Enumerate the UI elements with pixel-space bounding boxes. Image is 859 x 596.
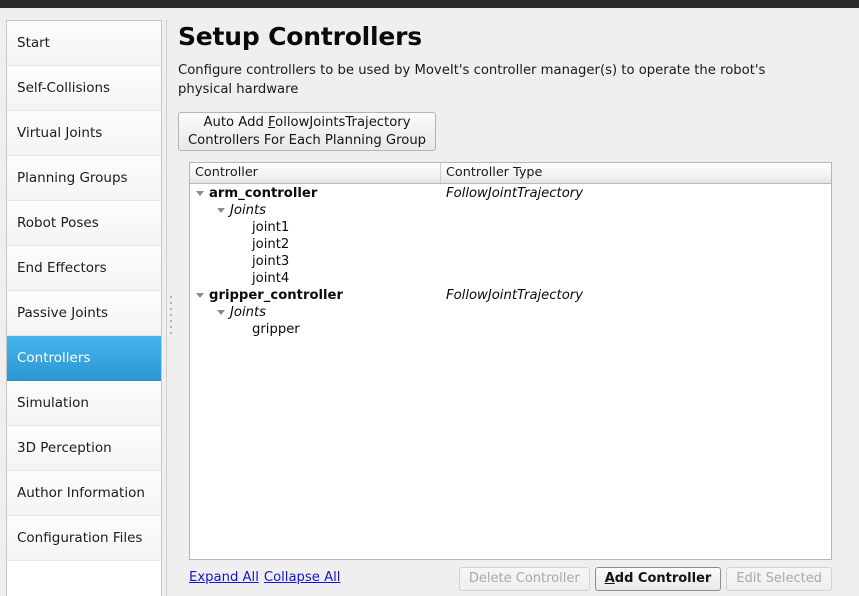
tree-row-name: Joints [230,203,267,218]
tree-column-header-controller-type[interactable]: Controller Type [441,163,831,183]
tree-row-type [441,304,831,321]
chevron-down-icon[interactable] [217,208,225,213]
sidebar-item-controllers[interactable]: Controllers [7,336,161,381]
sidebar-navigation: Start Self-Collisions Virtual Joints Planni… [6,20,162,596]
auto-add-line2: Controllers For Each Planning Group [187,133,427,148]
chevron-down-icon[interactable] [196,293,204,298]
auto-add-follow-joints-trajectory-button[interactable]: Auto Add FollowJointsTrajectory Controlle… [178,112,436,151]
tree-row-type [441,236,831,253]
panel-splitter[interactable] [166,20,176,596]
sidebar-item-robot-poses[interactable]: Robot Poses [7,201,161,246]
delete-controller-button[interactable]: Delete Controller [458,567,590,591]
tree-column-header-controller[interactable]: Controller [190,163,441,183]
footer-bar: Expand All Collapse All Delete Controller… [189,567,832,593]
chevron-down-icon[interactable] [196,191,204,196]
tree-row-type [441,219,831,236]
sidebar-empty-space [7,561,161,596]
add-controller-label: dd Controller [614,571,712,586]
app-window: Start Self-Collisions Virtual Joints Planni… [0,0,859,596]
tree-row[interactable]: Joints [190,304,831,321]
tree-row-name: gripper_controller [209,288,344,303]
sidebar-item-3d-perception[interactable]: 3D Perception [7,426,161,471]
tree-row-type: FollowJointTrajectory [446,186,584,201]
page-description: Configure controllers to be used by Move… [178,63,766,97]
tree-row-name: Joints [230,305,267,320]
sidebar-item-self-collisions[interactable]: Self-Collisions [7,66,161,111]
page-title: Setup Controllers [178,22,422,51]
add-controller-button[interactable]: Add Controller [594,567,722,591]
chevron-down-icon[interactable] [217,310,225,315]
sidebar-item-author-information[interactable]: Author Information [7,471,161,516]
sidebar-item-passive-joints[interactable]: Passive Joints [7,291,161,336]
sidebar-item-start[interactable]: Start [7,21,161,66]
auto-add-button-row: Auto Add FollowJointsTrajectory Controlle… [178,112,848,154]
splitter-grip-icon[interactable] [170,296,173,336]
sidebar-item-virtual-joints[interactable]: Virtual Joints [7,111,161,156]
collapse-all-link[interactable]: Collapse All [264,570,341,585]
tree-row-name: joint2 [252,237,290,252]
auto-add-line1-post: ollowJointsTrajectory [275,115,411,130]
sidebar-item-planning-groups[interactable]: Planning Groups [7,156,161,201]
sidebar-item-configuration-files[interactable]: Configuration Files [7,516,161,561]
tree-row-name: joint3 [252,254,290,269]
tree-header: Controller Controller Type [190,163,831,184]
auto-add-line1-pre: Auto Add [203,115,269,130]
tree-row-type [441,321,831,338]
tree-row[interactable]: joint2 [190,236,831,253]
tree-row-type [441,202,831,219]
window-titlebar-strip [0,0,859,8]
tree-row[interactable]: Joints [190,202,831,219]
tree-action-links: Expand All Collapse All [189,570,340,585]
controller-action-buttons: Delete Controller Add Controller Edit Se… [458,567,832,591]
tree-row-name: arm_controller [209,186,318,201]
sidebar-item-simulation[interactable]: Simulation [7,381,161,426]
tree-row[interactable]: joint3 [190,253,831,270]
tree-row[interactable]: arm_controller FollowJointTrajectory [190,185,831,202]
controllers-tree[interactable]: Controller Controller Type arm_controlle… [189,162,832,560]
sidebar-item-end-effectors[interactable]: End Effectors [7,246,161,291]
sidebar-list: Start Self-Collisions Virtual Joints Planni… [7,21,161,561]
tree-row[interactable]: gripper [190,321,831,338]
edit-selected-button[interactable]: Edit Selected [726,567,832,591]
tree-row[interactable]: joint4 [190,270,831,287]
main-content: Setup Controllers Configure controllers … [178,20,848,596]
tree-row-name: joint4 [252,271,290,286]
tree-row-type: FollowJointTrajectory [446,288,584,303]
expand-all-link[interactable]: Expand All [189,570,259,585]
tree-row-name: gripper [252,322,300,337]
tree-row-type [441,270,831,287]
tree-body: arm_controller FollowJointTrajectory Joint… [190,184,831,338]
tree-row-type [441,253,831,270]
tree-row[interactable]: joint1 [190,219,831,236]
tree-row-name: joint1 [252,220,290,235]
add-controller-mnemonic: A [604,571,615,586]
tree-row[interactable]: gripper_controller FollowJointTrajectory [190,287,831,304]
